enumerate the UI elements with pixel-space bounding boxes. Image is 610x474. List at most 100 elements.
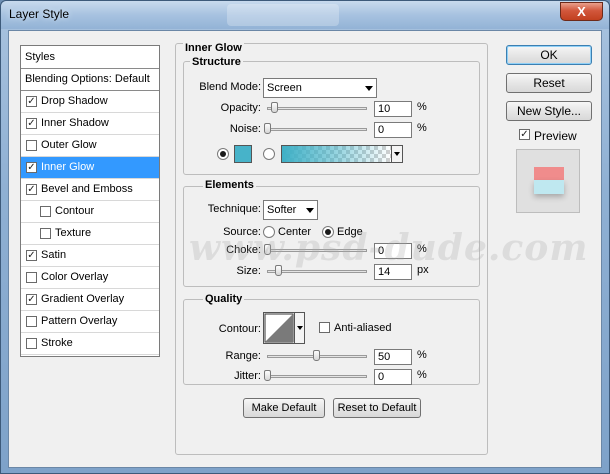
size-slider-track[interactable] [267, 270, 367, 273]
technique-select[interactable]: Softer [263, 200, 318, 220]
style-item-label: Satin [41, 249, 67, 261]
style-items: ✓ Drop Shadow ✓ Inner Shadow Outer Glow ✓ Inne… [21, 91, 159, 355]
gradient-dropdown[interactable] [391, 146, 402, 162]
style-item-checkbox[interactable] [26, 272, 37, 283]
style-item-checkbox[interactable] [26, 316, 37, 327]
styles-header[interactable]: Styles [21, 46, 159, 69]
style-item-label: Stroke [41, 337, 73, 349]
glow-color-swatch[interactable] [234, 145, 252, 163]
noise-slider-handle[interactable] [264, 123, 271, 134]
style-item-checkbox[interactable] [40, 206, 51, 217]
style-item-checkbox[interactable]: ✓ [26, 96, 37, 107]
preview-swatch-bottom [534, 180, 564, 194]
style-item-label: Drop Shadow [41, 95, 108, 107]
make-default-button[interactable]: Make Default [243, 398, 325, 418]
opacity-label: Opacity: [220, 102, 261, 114]
antialiased-label: Anti-aliased [334, 322, 392, 334]
chevron-down-icon [297, 326, 303, 330]
blend-mode-label: Blend Mode: [199, 81, 261, 93]
style-item[interactable]: ✓ Satin [21, 245, 159, 267]
gradient-radio[interactable] [263, 148, 275, 160]
dialog-client: Styles Blending Options: Default ✓ Drop S… [8, 30, 602, 468]
antialiased-checkbox[interactable] [319, 322, 330, 333]
jitter-unit: % [417, 369, 427, 381]
contour-curve-icon [264, 313, 294, 343]
style-item-label: Inner Shadow [41, 117, 109, 129]
jitter-slider-handle[interactable] [264, 370, 271, 381]
style-item[interactable]: ✓ Gradient Overlay [21, 289, 159, 311]
contour-dropdown[interactable] [294, 313, 304, 343]
range-slider-handle[interactable] [313, 350, 320, 361]
gradient-picker[interactable] [281, 145, 403, 163]
noise-label: Noise: [229, 123, 261, 135]
noise-unit: % [417, 122, 427, 134]
blending-options-item[interactable]: Blending Options: Default [21, 69, 159, 91]
preview-checkbox[interactable]: ✓ [519, 129, 530, 140]
window-title: Layer Style [9, 7, 70, 21]
technique-value: Softer [267, 204, 297, 216]
style-item[interactable]: Color Overlay [21, 267, 159, 289]
opacity-slider-track[interactable] [267, 107, 367, 110]
style-item-label: Color Overlay [41, 271, 109, 283]
style-item-checkbox[interactable]: ✓ [26, 250, 37, 261]
preview-label: Preview [534, 129, 577, 143]
close-button[interactable]: X [560, 2, 603, 21]
noise-slider-track[interactable] [267, 128, 367, 131]
style-item-label: Outer Glow [41, 139, 97, 151]
jitter-label: Jitter: [234, 370, 261, 382]
style-item[interactable]: ✓ Bevel and Emboss [21, 179, 159, 201]
style-item[interactable]: Texture [21, 223, 159, 245]
style-item[interactable]: Contour [21, 201, 159, 223]
elements-title: Elements [203, 179, 256, 191]
gradient-preview [282, 146, 391, 162]
chevron-down-icon [365, 86, 373, 91]
preview-thumbnail [516, 149, 580, 213]
style-item-label: Gradient Overlay [41, 293, 125, 305]
blend-mode-value: Screen [267, 82, 302, 94]
jitter-slider-track[interactable] [267, 375, 367, 378]
reset-to-default-button[interactable]: Reset to Default [333, 398, 421, 418]
range-input[interactable]: 50 [374, 349, 412, 365]
preview-swatch-top [534, 167, 564, 180]
style-item[interactable]: ✓ Drop Shadow [21, 91, 159, 113]
styles-list: Styles Blending Options: Default ✓ Drop S… [20, 45, 160, 357]
style-item-label: Pattern Overlay [41, 315, 118, 327]
new-style-button[interactable]: New Style... [506, 101, 592, 121]
chevron-down-icon [394, 152, 400, 156]
layer-style-window: Layer Style X Styles Blending Options: D… [0, 0, 610, 474]
opacity-slider-handle[interactable] [271, 102, 278, 113]
style-item-checkbox[interactable]: ✓ [26, 162, 37, 173]
color-radio[interactable] [217, 148, 229, 160]
ok-button[interactable]: OK [506, 45, 592, 65]
technique-label: Technique: [207, 203, 261, 215]
style-item-checkbox[interactable] [26, 140, 37, 151]
style-item-checkbox[interactable] [40, 228, 51, 239]
contour-picker[interactable] [263, 312, 305, 344]
style-item-checkbox[interactable]: ✓ [26, 118, 37, 129]
style-item-label: Contour [55, 205, 95, 217]
style-item[interactable]: Outer Glow [21, 135, 159, 157]
jitter-input[interactable]: 0 [374, 369, 412, 385]
style-item-checkbox[interactable]: ✓ [26, 294, 37, 305]
noise-input[interactable]: 0 [374, 122, 412, 138]
style-item[interactable]: Pattern Overlay [21, 311, 159, 333]
style-item-checkbox[interactable]: ✓ [26, 184, 37, 195]
reset-button[interactable]: Reset [506, 73, 592, 93]
style-item-label: Inner Glow [41, 161, 95, 173]
style-item[interactable]: Stroke [21, 333, 159, 355]
opacity-input[interactable]: 10 [374, 101, 412, 117]
blend-mode-select[interactable]: Screen [263, 78, 377, 98]
quality-title: Quality [203, 293, 245, 305]
background-tab-ghost [227, 4, 339, 26]
style-item-label: Bevel and Emboss [41, 183, 133, 195]
watermark-text: www.psd-dude.com [189, 227, 589, 269]
range-unit: % [417, 349, 427, 361]
style-item[interactable]: ✓ Inner Shadow [21, 113, 159, 135]
opacity-unit: % [417, 101, 427, 113]
structure-title: Structure [190, 56, 243, 68]
title-bar: Layer Style X [1, 1, 609, 29]
style-item[interactable]: ✓ Inner Glow [21, 157, 159, 179]
chevron-down-icon [306, 208, 314, 213]
style-item-checkbox[interactable] [26, 338, 37, 349]
contour-label: Contour: [218, 323, 261, 335]
